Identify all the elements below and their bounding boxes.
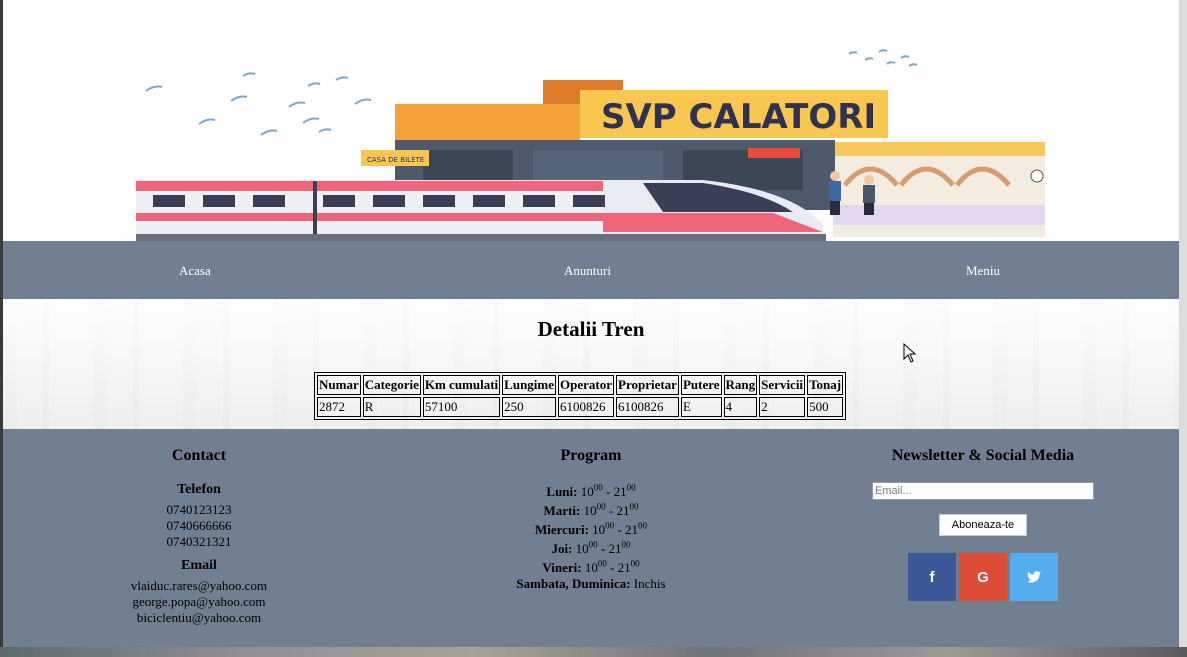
background-photo-strip: [0, 647, 1187, 657]
schedule-open: 10: [583, 503, 597, 518]
schedule-minutes: 00: [630, 558, 640, 569]
google-button[interactable]: G: [959, 553, 1007, 601]
schedule-minutes: 00: [596, 501, 606, 512]
email-address: biciclentiu@yahoo.com: [136, 610, 262, 625]
schedule-minutes: 00: [621, 539, 631, 550]
newsletter-title: Newsletter & Social Media: [891, 447, 1075, 464]
schedule-day: Miercuri:: [535, 522, 589, 537]
twitter-button[interactable]: [1010, 553, 1058, 601]
schedule-day: Joi:: [551, 541, 573, 556]
facebook-button[interactable]: f: [908, 553, 956, 601]
schedule-minutes: 00: [638, 520, 647, 531]
schedule-line: Miercuri: 1000 - 2100: [535, 520, 647, 537]
schedule-close: 21: [616, 503, 630, 518]
schedule-weekend-label: Sambata, Duminica:: [516, 576, 631, 591]
table-header-cell: Rang: [723, 375, 758, 395]
table-header-cell: Operator: [558, 375, 614, 395]
main-navigation: Acasa Anunturi Meniu: [3, 241, 1179, 299]
nav-item-acasa[interactable]: Acasa: [179, 263, 211, 279]
schedule-line: Luni: 1000 - 2100: [546, 482, 636, 499]
table-cell: 4: [723, 397, 758, 417]
schedule-day: Vineri:: [542, 560, 582, 575]
schedule-close: 21: [625, 522, 638, 537]
header-banner: SVP CALATORI CASA DE BILETE: [3, 0, 1179, 241]
phone-number: 0740666666: [166, 518, 232, 533]
table-cell: 2: [759, 397, 806, 417]
table-cell: 6100826: [558, 397, 614, 417]
table-header-cell: Lungime: [502, 375, 557, 395]
newsletter-email-input[interactable]: [872, 482, 1094, 500]
phone-label: Telefon: [177, 482, 221, 497]
email-address: vlaiduc.rares@yahoo.com: [130, 578, 268, 593]
nav-item-meniu[interactable]: Meniu: [966, 263, 1000, 279]
phone-number: 0740321321: [166, 534, 232, 549]
schedule-minutes: 00: [629, 501, 639, 512]
table-header-cell: Tonaj: [807, 375, 844, 395]
window-right-edge: [1179, 0, 1187, 657]
schedule-minutes: 00: [605, 520, 615, 531]
schedule-minutes: 00: [588, 539, 598, 550]
schedule-close: 21: [617, 560, 631, 575]
schedule-open: 10: [580, 484, 594, 499]
schedule-close: 21: [613, 484, 627, 499]
schedule-line: Marti: 1000 - 2100: [543, 501, 639, 518]
schedule-weekend-line: Sambata, Duminica: Inchis: [441, 576, 741, 592]
schedule-line: Joi: 1000 - 2100: [551, 539, 631, 556]
table-cell: 57100: [422, 397, 501, 417]
table-row: 2872 R 57100 250 6100826 6100826 E 4 2 5…: [317, 397, 844, 417]
schedule-weekend-value: Inchis: [633, 576, 666, 591]
schedule-open: 10: [575, 541, 589, 556]
table-cell: 2872: [317, 397, 361, 417]
table-cell: R: [362, 397, 421, 417]
google-icon: G: [977, 568, 989, 586]
email-address: george.popa@yahoo.com: [132, 594, 266, 609]
mouse-cursor-icon: [903, 343, 917, 363]
schedule-close: 21: [608, 541, 622, 556]
schedule-day: Luni:: [546, 484, 578, 499]
table-header-cell: Putere: [680, 375, 722, 395]
page-title: Detalii Tren: [537, 317, 645, 341]
table-header-cell: Numar: [317, 375, 361, 395]
table-cell: E: [680, 397, 722, 417]
contact-title: Contact: [171, 447, 227, 464]
footer: Contact Telefon 0740123123 0740666666 07…: [3, 429, 1179, 647]
main-content: Detalii Tren Numar Categorie Km cumulati…: [3, 299, 1179, 429]
twitter-icon: [1027, 571, 1041, 583]
station-sign-text: SVP CALATORI: [601, 97, 876, 137]
table-header-cell: Proprietar: [616, 375, 679, 395]
schedule-open: 10: [584, 560, 598, 575]
table-header-cell: Servicii: [759, 375, 806, 395]
table-cell: 500: [807, 397, 844, 417]
facebook-icon: f: [929, 568, 935, 586]
schedule-minutes: 00: [593, 482, 603, 493]
program-title: Program: [560, 447, 622, 464]
subscribe-button[interactable]: Aboneaza-te: [939, 514, 1027, 536]
phone-number: 0740123123: [166, 502, 232, 517]
schedule-day: Marti:: [543, 503, 581, 518]
train-illustration: [136, 180, 826, 241]
email-label: Email: [181, 558, 217, 573]
table-header-row: Numar Categorie Km cumulati Lungime Oper…: [317, 375, 844, 395]
train-station-illustration: SVP CALATORI CASA DE BILETE: [136, 49, 1045, 241]
schedule-minutes: 00: [597, 558, 607, 569]
ticket-office-sign: CASA DE BILETE: [367, 156, 424, 164]
table-cell: 6100826: [616, 397, 679, 417]
table-header-cell: Categorie: [362, 375, 421, 395]
table-header-cell: Km cumulati: [422, 375, 501, 395]
table-cell: 250: [502, 397, 557, 417]
schedule-line: Vineri: 1000 - 2100: [542, 558, 640, 575]
schedule-minutes: 00: [626, 482, 636, 493]
nav-item-anunturi[interactable]: Anunturi: [564, 263, 611, 279]
schedule-open: 10: [592, 522, 606, 537]
train-details-table: Numar Categorie Km cumulati Lungime Oper…: [314, 372, 847, 420]
